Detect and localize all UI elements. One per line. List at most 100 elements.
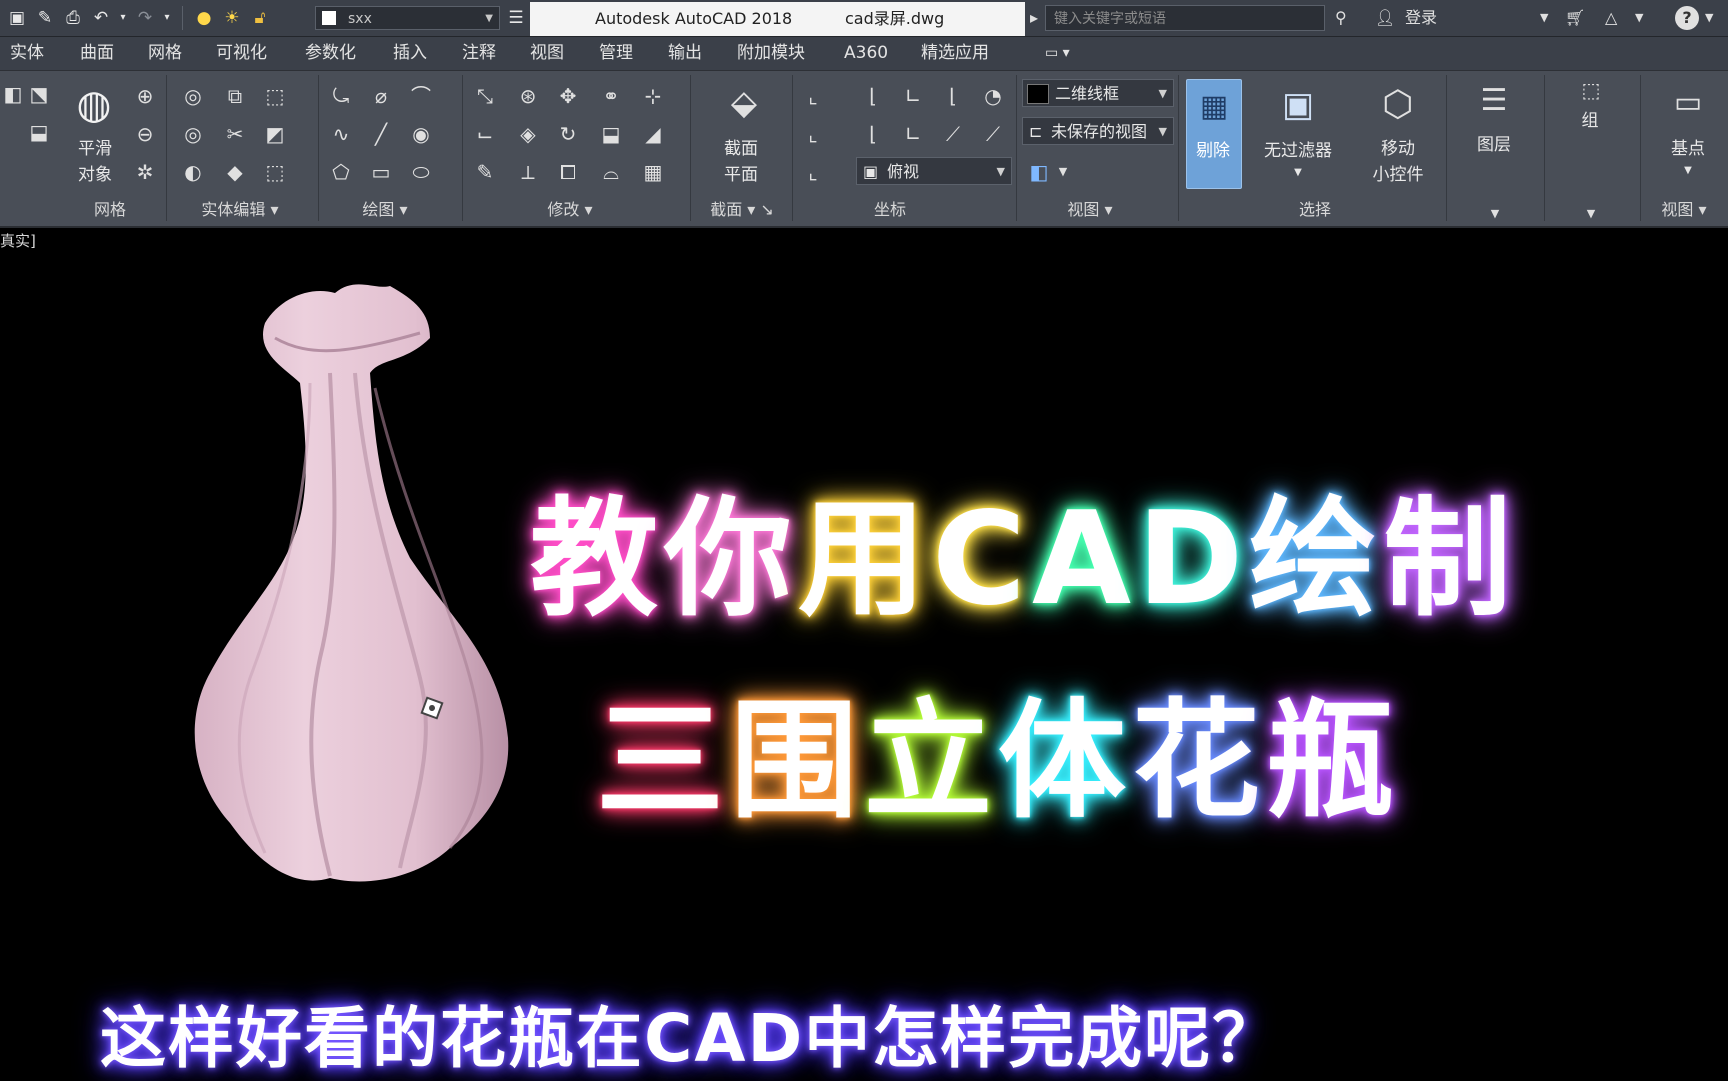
mirror3d-icon[interactable]: ◈ bbox=[515, 121, 541, 147]
ucs-y-icon[interactable]: ⌊ bbox=[940, 83, 966, 109]
tab-insert[interactable]: 插入 bbox=[393, 37, 427, 70]
chevron-down-icon[interactable]: ▼ bbox=[1050, 159, 1076, 185]
print-icon[interactable]: ⎙ bbox=[62, 7, 84, 29]
ucs-z-icon[interactable]: ⌊ bbox=[860, 121, 886, 147]
thicken-icon[interactable]: ◆ bbox=[222, 159, 248, 185]
align-icon[interactable]: ⌙ bbox=[472, 121, 498, 147]
chevron-down-icon[interactable]: ▼ bbox=[1540, 6, 1548, 30]
separate-icon[interactable]: ⬚ bbox=[262, 159, 288, 185]
lightbulb-icon[interactable]: ● bbox=[193, 7, 215, 29]
tab-solid[interactable]: 实体 bbox=[10, 37, 44, 70]
arc-icon[interactable]: ⤿ bbox=[328, 83, 354, 109]
ucs-view-icon[interactable]: ◔ bbox=[980, 83, 1006, 109]
chevron-down-icon[interactable]: ▼ bbox=[1482, 201, 1508, 227]
panel-draw-title[interactable]: 绘图 ▾ bbox=[345, 197, 425, 223]
ucs-previous-icon[interactable]: ⌞ bbox=[800, 159, 826, 185]
3d-align-icon[interactable]: ⟂ bbox=[515, 159, 541, 185]
erase-icon[interactable]: ✎ bbox=[472, 159, 498, 185]
visual-style-combo[interactable]: 二维线框 ▼ bbox=[1022, 79, 1174, 107]
tab-view[interactable]: 视图 bbox=[530, 37, 564, 70]
undo-dropdown-icon[interactable]: ▾ bbox=[118, 7, 128, 29]
panel-coordinates-title[interactable]: 坐标 bbox=[850, 197, 930, 223]
line-icon[interactable]: ╱ bbox=[368, 121, 394, 147]
tab-featured-apps[interactable]: 精选应用 bbox=[921, 37, 989, 70]
box-icon[interactable]: ◧ bbox=[0, 81, 26, 107]
help-icon[interactable]: ? bbox=[1675, 6, 1699, 30]
redo-dropdown-icon[interactable]: ▾ bbox=[162, 7, 172, 29]
refine-mesh-icon[interactable]: ✲ bbox=[132, 159, 158, 185]
copy-icon[interactable]: ⚭ bbox=[598, 83, 624, 109]
chevron-down-icon[interactable]: ▼ bbox=[1705, 6, 1713, 30]
ucs-x-icon[interactable]: ∟ bbox=[900, 83, 926, 109]
binoculars-icon[interactable]: ⚲ bbox=[1335, 6, 1347, 30]
save-as-icon[interactable]: ✎ bbox=[34, 7, 56, 29]
spline-icon[interactable]: ∿ bbox=[328, 121, 354, 147]
tab-visualize[interactable]: 可视化 bbox=[216, 37, 267, 70]
ucs-icon[interactable]: ⌞ bbox=[800, 83, 826, 109]
view-combo[interactable]: ▣ 俯视 ▼ bbox=[856, 157, 1012, 185]
cart-icon[interactable]: 🛒︎ bbox=[1565, 6, 1585, 30]
subtract-icon[interactable]: ◎ bbox=[180, 121, 206, 147]
tab-parametric[interactable]: 参数化 bbox=[305, 37, 356, 70]
panel-solid-edit-title[interactable]: 实体编辑 ▾ bbox=[180, 197, 300, 223]
layer-combo[interactable]: sxx ▼ bbox=[315, 6, 500, 30]
fillet-icon[interactable]: ◢ bbox=[640, 121, 666, 147]
chevron-down-icon[interactable]: ▼ bbox=[1578, 201, 1604, 227]
sun-icon[interactable]: ☀ bbox=[221, 7, 243, 29]
rectangle-icon[interactable]: ▭ bbox=[368, 159, 394, 185]
union-icon[interactable]: ◎ bbox=[180, 83, 206, 109]
viewport-icon[interactable]: ◧ bbox=[1026, 159, 1052, 185]
intersect-icon[interactable]: ◐ bbox=[180, 159, 206, 185]
tab-mesh[interactable]: 网格 bbox=[148, 37, 182, 70]
tab-manage[interactable]: 管理 bbox=[599, 37, 633, 70]
save-icon[interactable]: ▣ bbox=[6, 7, 28, 29]
scale-icon[interactable]: ⤡ bbox=[472, 83, 498, 109]
tab-addins[interactable]: 附加模块 bbox=[737, 37, 805, 70]
chevron-down-icon[interactable]: ▼ bbox=[1635, 6, 1643, 30]
tab-a360[interactable]: A360 bbox=[844, 37, 888, 70]
ucs-object-icon[interactable]: ⟋ bbox=[980, 121, 1006, 147]
undo-icon[interactable]: ↶ bbox=[90, 7, 112, 29]
extrude-icon[interactable]: ⬓ bbox=[26, 119, 52, 145]
helix-icon[interactable]: ⌀ bbox=[368, 83, 394, 109]
array-icon[interactable]: ▦ bbox=[640, 159, 666, 185]
smooth-less-icon[interactable]: ⊖ bbox=[132, 121, 158, 147]
polygon-icon[interactable]: ⬠ bbox=[328, 159, 354, 185]
login-link[interactable]: 登录 bbox=[1405, 6, 1437, 30]
search-input[interactable]: 键入关键字或短语 bbox=[1045, 5, 1325, 31]
ucs-origin-icon[interactable]: ⌊ bbox=[860, 83, 886, 109]
tab-surface[interactable]: 曲面 bbox=[80, 37, 114, 70]
smooth-more-icon[interactable]: ⊕ bbox=[132, 83, 158, 109]
panel-modify-title[interactable]: 修改 ▾ bbox=[520, 197, 620, 223]
move-icon[interactable]: ✥ bbox=[555, 83, 581, 109]
slice-icon[interactable]: ✂ bbox=[222, 121, 248, 147]
explode-icon[interactable]: ⌓ bbox=[598, 159, 624, 185]
unlock-icon[interactable]: 🔓︎ bbox=[249, 7, 271, 29]
tab-output[interactable]: 输出 bbox=[668, 37, 702, 70]
panel-view2-title[interactable]: 视图 ▾ bbox=[1640, 197, 1728, 223]
ribbon-toggle-icon[interactable]: ▭ ▾ bbox=[1045, 37, 1070, 70]
autodesk-exchange-icon[interactable]: △ bbox=[1605, 6, 1617, 30]
sweep-icon[interactable]: ⬔ bbox=[26, 81, 52, 107]
offset-icon[interactable]: ⧠ bbox=[555, 159, 581, 185]
user-icon[interactable]: 👤︎ bbox=[1375, 6, 1395, 30]
circle-icon[interactable]: ◉ bbox=[408, 121, 434, 147]
stretch-icon[interactable]: ⬓ bbox=[598, 121, 624, 147]
polyline-icon[interactable]: ⌒ bbox=[408, 83, 434, 109]
extract-edges-icon[interactable]: ⬚ bbox=[262, 83, 288, 109]
saved-view-combo[interactable]: ⊏ 未保存的视图 ▼ bbox=[1022, 117, 1174, 145]
ucs-zaxis-icon[interactable]: ⟋ bbox=[940, 121, 966, 147]
ellipse-icon[interactable]: ⬭ bbox=[408, 159, 434, 185]
chevron-right-icon[interactable]: ▸ bbox=[1030, 6, 1038, 30]
panel-section-title[interactable]: 截面 ▾ ↘ bbox=[696, 197, 788, 223]
interfere-icon[interactable]: ⧉ bbox=[222, 83, 248, 109]
redo-icon[interactable]: ↷ bbox=[134, 7, 156, 29]
panel-mesh-title[interactable]: 网格 bbox=[60, 197, 160, 223]
panel-view-title[interactable]: 视图 ▾ bbox=[1050, 197, 1130, 223]
ucs-3point-icon[interactable]: ∟ bbox=[900, 121, 926, 147]
rotate-icon[interactable]: ↻ bbox=[555, 121, 581, 147]
ucs-world-icon[interactable]: ⌞ bbox=[800, 121, 826, 147]
extrude-faces-icon[interactable]: ◩ bbox=[262, 121, 288, 147]
tab-annotate[interactable]: 注释 bbox=[462, 37, 496, 70]
panel-selection-title[interactable]: 选择 bbox=[1270, 197, 1360, 223]
